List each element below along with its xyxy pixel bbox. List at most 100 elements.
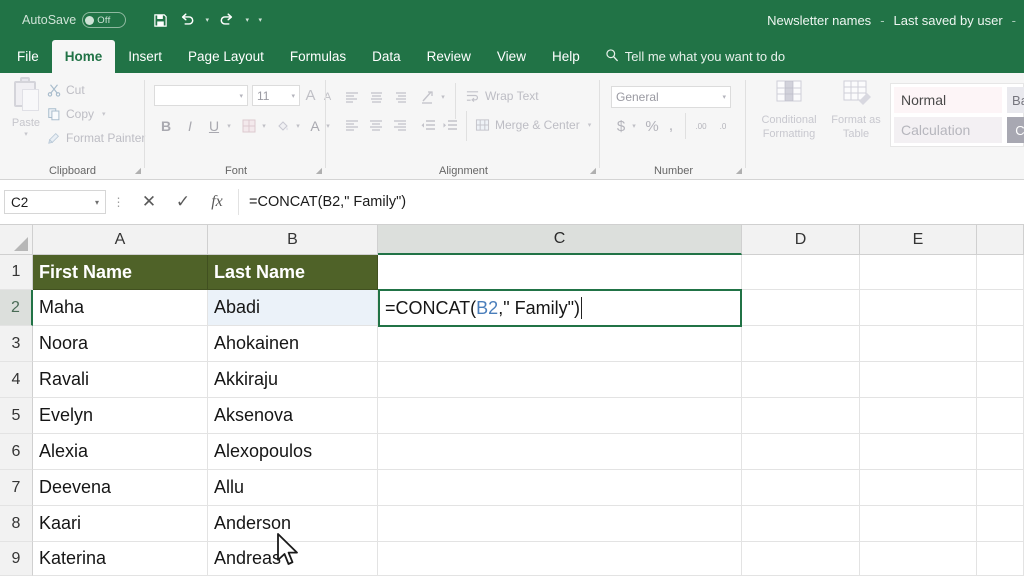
cell-c2-editing[interactable]: =CONCAT(B2 ," Family") (378, 289, 742, 327)
align-right-icon[interactable] (389, 115, 411, 135)
cell-d6[interactable] (742, 434, 860, 470)
paste-dropdown-icon[interactable]: ▾ (24, 130, 28, 138)
font-size-input[interactable]: 11 ▾ (252, 85, 300, 106)
cell-b5[interactable]: Aksenova (208, 398, 378, 434)
column-header-e[interactable]: E (860, 225, 977, 255)
tab-insert[interactable]: Insert (115, 40, 175, 73)
cell-f9[interactable] (977, 542, 1024, 576)
cell-style-calculation[interactable]: Calculation (894, 117, 1002, 143)
currency-dropdown-icon[interactable]: ▾ (629, 119, 639, 133)
cell-e8[interactable] (860, 506, 977, 542)
borders-dropdown-icon[interactable]: ▾ (259, 119, 269, 133)
row-header-5[interactable]: 5 (0, 398, 33, 434)
cell-e9[interactable] (860, 542, 977, 576)
undo-dropdown-icon[interactable]: ▾ (202, 16, 212, 24)
column-header-c[interactable]: C (378, 225, 742, 255)
cell-style-bad[interactable]: Ba (1007, 87, 1024, 113)
cut-button[interactable]: Cut (46, 82, 85, 97)
tab-home[interactable]: Home (51, 40, 116, 73)
cell-a5[interactable]: Evelyn (33, 398, 208, 434)
cell-f3[interactable] (977, 326, 1024, 362)
paste-button[interactable]: Paste ▾ (4, 77, 48, 159)
cell-a1[interactable]: First Name (33, 255, 208, 290)
cell-b4[interactable]: Akkiraju (208, 362, 378, 398)
font-name-dropdown-icon[interactable]: ▾ (239, 92, 243, 100)
cell-f6[interactable] (977, 434, 1024, 470)
autosave-switch[interactable]: Off (82, 12, 127, 28)
row-header-3[interactable]: 3 (0, 326, 33, 362)
cell-d1[interactable] (742, 255, 860, 290)
redo-dropdown-icon[interactable]: ▾ (242, 16, 252, 24)
increase-font-size-button[interactable]: A (302, 85, 319, 106)
cell-d4[interactable] (742, 362, 860, 398)
tab-review[interactable]: Review (414, 40, 484, 73)
cell-a4[interactable]: Ravali (33, 362, 208, 398)
cell-c6[interactable] (378, 434, 742, 470)
number-format-select[interactable]: General ▾ (611, 86, 731, 108)
cell-e7[interactable] (860, 470, 977, 506)
cell-f2[interactable] (977, 290, 1024, 326)
orientation-icon[interactable] (417, 86, 439, 108)
undo-icon[interactable] (175, 8, 199, 32)
align-left-icon[interactable] (341, 115, 363, 135)
cell-d3[interactable] (742, 326, 860, 362)
document-name[interactable]: Newsletter names (767, 13, 871, 28)
name-box[interactable]: C2 ▾ (4, 190, 106, 214)
percent-format-button[interactable]: % (643, 115, 661, 137)
cell-a9[interactable]: Katerina (33, 542, 208, 576)
cell-b1[interactable]: Last Name (208, 255, 378, 290)
formula-input[interactable]: =CONCAT(B2," Family") (238, 189, 1024, 215)
cell-f5[interactable] (977, 398, 1024, 434)
cell-d7[interactable] (742, 470, 860, 506)
cell-b2[interactable]: Abadi (208, 290, 378, 326)
cell-c3[interactable] (378, 326, 742, 362)
cell-a8[interactable]: Kaari (33, 506, 208, 542)
conditional-formatting-button[interactable]: Conditional Formatting (755, 79, 823, 157)
redo-icon[interactable] (215, 8, 239, 32)
decrease-indent-icon[interactable] (417, 115, 439, 135)
cell-style-normal[interactable]: Normal (894, 87, 1002, 113)
row-header-4[interactable]: 4 (0, 362, 33, 398)
cell-b6[interactable]: Alexopoulos (208, 434, 378, 470)
column-header-b[interactable]: B (208, 225, 378, 255)
cell-e6[interactable] (860, 434, 977, 470)
cell-c5[interactable] (378, 398, 742, 434)
cell-c4[interactable] (378, 362, 742, 398)
cell-d5[interactable] (742, 398, 860, 434)
number-dialog-launcher-icon[interactable]: ◢ (736, 166, 742, 175)
select-all-corner[interactable] (0, 225, 33, 255)
row-header-7[interactable]: 7 (0, 470, 33, 506)
cell-a7[interactable]: Deevena (33, 470, 208, 506)
cell-e1[interactable] (860, 255, 977, 290)
underline-dropdown-icon[interactable]: ▾ (224, 119, 234, 133)
tab-data[interactable]: Data (359, 40, 414, 73)
clipboard-dialog-launcher-icon[interactable]: ◢ (135, 166, 141, 175)
cell-e4[interactable] (860, 362, 977, 398)
save-icon[interactable] (148, 8, 172, 32)
column-header-f-partial[interactable] (977, 225, 1024, 255)
tab-help[interactable]: Help (539, 40, 593, 73)
cell-c9[interactable] (378, 542, 742, 576)
font-color-button[interactable]: A (306, 115, 324, 137)
row-header-1[interactable]: 1 (0, 255, 33, 290)
decrease-decimal-button[interactable]: .0 (713, 117, 733, 135)
wrap-text-button[interactable]: Wrap Text (465, 88, 539, 103)
italic-button[interactable]: I (180, 115, 200, 137)
borders-icon[interactable] (238, 115, 260, 137)
cell-e2[interactable] (860, 290, 977, 326)
row-header-2[interactable]: 2 (0, 290, 33, 326)
align-middle-icon[interactable] (365, 87, 387, 107)
align-bottom-icon[interactable] (389, 87, 411, 107)
number-format-dropdown-icon[interactable]: ▾ (722, 93, 726, 101)
tell-me-box[interactable]: Tell me what you want to do (605, 40, 785, 73)
bold-button[interactable]: B (156, 115, 176, 137)
cell-f7[interactable] (977, 470, 1024, 506)
font-dialog-launcher-icon[interactable]: ◢ (316, 166, 322, 175)
currency-format-button[interactable]: $ (613, 115, 629, 137)
tab-formulas[interactable]: Formulas (277, 40, 359, 73)
column-header-a[interactable]: A (33, 225, 208, 255)
fill-color-icon[interactable] (272, 115, 294, 137)
row-header-9[interactable]: 9 (0, 542, 33, 576)
cell-b3[interactable]: Ahokainen (208, 326, 378, 362)
orientation-dropdown-icon[interactable]: ▾ (438, 90, 448, 104)
